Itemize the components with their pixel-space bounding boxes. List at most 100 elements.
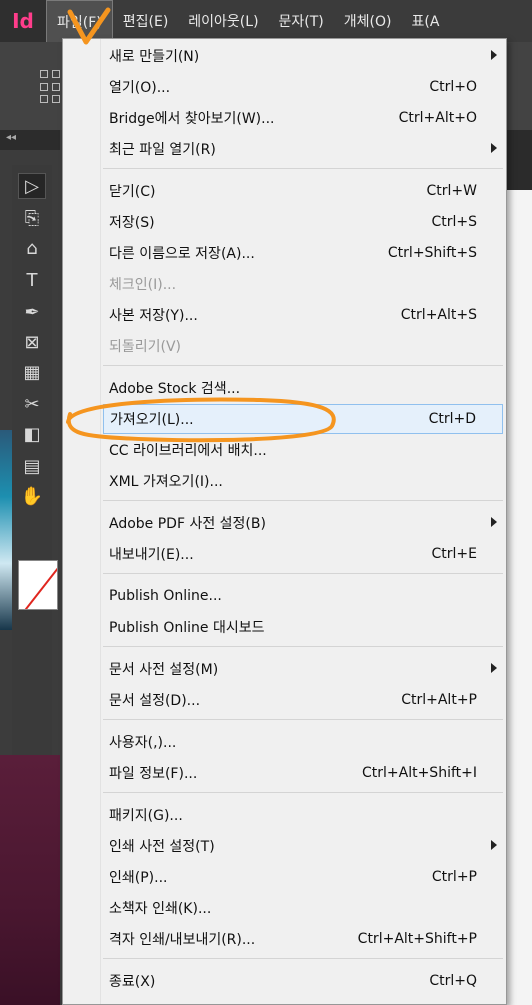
menu-item-label: 최근 파일 열기(R) [109, 142, 216, 158]
menu-item-label: 닫기(C) [109, 184, 156, 200]
menu-item-label: 문서 설정(D)... [109, 693, 201, 709]
menu-separator [103, 500, 503, 501]
menu-item-label: 종료(X) [109, 974, 156, 990]
scissors-tool-icon[interactable]: ✂ [18, 391, 46, 417]
note-tool-icon[interactable]: ▤ [18, 453, 46, 479]
rectangle-frame-tool-icon[interactable]: ⊠ [18, 329, 46, 355]
menu-item-label: 사용자(,)... [109, 735, 177, 751]
menu-separator [103, 573, 503, 574]
menu-item[interactable]: 저장(S) Ctrl+S [103, 207, 503, 237]
menu-item-shortcut: Ctrl+Alt+O [398, 110, 477, 126]
menu-item-label: 체크인(I)... [109, 277, 177, 293]
menu-item[interactable]: 종료(X) Ctrl+Q [103, 966, 503, 996]
menu-item-shortcut: Ctrl+E [431, 546, 478, 562]
artwork-background [0, 755, 60, 1005]
menu-item-label: XML 가져오기(I)... [109, 474, 223, 490]
submenu-arrow-icon [491, 663, 497, 673]
menu-item-label: 새로 만들기(N) [109, 49, 200, 65]
artwork-edge [0, 430, 12, 630]
type-tool-icon[interactable]: T [18, 267, 46, 293]
menu-item[interactable]: 내보내기(E)... Ctrl+E [103, 539, 503, 569]
menu-item[interactable]: Publish Online 대시보드 [103, 612, 503, 642]
tools-panel: ▷ ⎘ ⌂ T ✒ ⊠ ▦ ✂ ◧ ▤ ✋ [12, 165, 52, 755]
menu-item[interactable]: 사용자(,)... [103, 727, 503, 757]
menu-item-label: Publish Online... [109, 588, 222, 604]
direct-selection-tool-icon[interactable]: ⎘ [18, 205, 46, 231]
menu-item[interactable]: 되돌리기(V) [103, 331, 503, 361]
menu-item-label: Adobe PDF 사전 설정(B) [109, 516, 266, 532]
menu-item-shortcut: Ctrl+Alt+S [400, 307, 477, 323]
menu-separator [103, 792, 503, 793]
menu-item-label: Bridge에서 찾아보기(W)... [109, 111, 275, 127]
menu-item[interactable]: 문서 설정(D)... Ctrl+Alt+P [103, 685, 503, 715]
hand-tool-icon[interactable]: ✋ [18, 483, 46, 509]
check-mark-annotation [67, 7, 111, 45]
menu-item-label: 격자 인쇄/내보내기(R)... [109, 932, 256, 948]
fill-none-swatch[interactable] [18, 560, 58, 610]
menu-item-label: 열기(O)... [109, 80, 171, 96]
menu-item[interactable]: 문서 사전 설정(M) [103, 654, 503, 684]
menu-item-label: 인쇄(P)... [109, 870, 168, 886]
menu-item[interactable]: 새로 만들기(N) [103, 41, 503, 71]
menu-object[interactable]: 개체(O) [334, 0, 402, 42]
pen-tool-icon[interactable]: ✒ [18, 299, 46, 325]
menu-icon-gutter [63, 39, 101, 1004]
menu-separator [103, 646, 503, 647]
menu-item[interactable]: 열기(O)... Ctrl+O [103, 72, 503, 102]
menu-item-shortcut: Ctrl+Alt+P [401, 692, 477, 708]
menu-item[interactable]: 패키지(G)... [103, 800, 503, 830]
menu-item[interactable]: 소책자 인쇄(K)... [103, 893, 503, 923]
menu-separator [103, 365, 503, 366]
menu-item-label: Adobe Stock 검색... [109, 381, 241, 397]
menu-item-label: Publish Online 대시보드 [109, 620, 265, 636]
table-tool-icon[interactable]: ▦ [18, 359, 46, 385]
menu-item-label: 인쇄 사전 설정(T) [109, 839, 215, 855]
file-menu-dropdown: 새로 만들기(N) 열기(O)... Ctrl+O Bridge에서 찾아보기(W).… [62, 38, 507, 1005]
menu-table[interactable]: 표(A [402, 0, 450, 42]
panel-collapse-button[interactable]: ◂◂ [0, 130, 60, 150]
menu-item[interactable]: 격자 인쇄/내보내기(R)... Ctrl+Alt+Shift+P [103, 924, 503, 954]
menu-item-shortcut: Ctrl+S [431, 214, 477, 230]
menu-item[interactable]: 인쇄(P)... Ctrl+P [103, 862, 503, 892]
menu-item-label: 저장(S) [109, 215, 155, 231]
menu-item-label: 사본 저장(Y)... [109, 308, 198, 324]
menu-item[interactable]: 인쇄 사전 설정(T) [103, 831, 503, 861]
app-logo: Id [0, 0, 46, 42]
menu-item[interactable]: Bridge에서 찾아보기(W)... Ctrl+Alt+O [103, 103, 503, 133]
menu-item[interactable]: 닫기(C) Ctrl+W [103, 176, 503, 206]
menu-item-label: 소책자 인쇄(K)... [109, 901, 212, 917]
submenu-arrow-icon [491, 50, 497, 60]
menu-type[interactable]: 문자(T) [269, 0, 334, 42]
menu-item-label: 파일 정보(F)... [109, 766, 198, 782]
menu-item-shortcut: Ctrl+P [431, 869, 477, 885]
menu-item-label: 되돌리기(V) [109, 339, 182, 355]
menu-item[interactable]: 체크인(I)... [103, 269, 503, 299]
menu-item-shortcut: Ctrl+Alt+Shift+P [357, 931, 477, 947]
menu-item[interactable]: Publish Online... [103, 581, 503, 611]
menu-item-shortcut: Ctrl+Q [429, 973, 477, 989]
menu-edit[interactable]: 편집(E) [113, 0, 179, 42]
menu-item-shortcut: Ctrl+Shift+S [387, 245, 477, 261]
submenu-arrow-icon [491, 840, 497, 850]
menu-item[interactable]: XML 가져오기(I)... [103, 466, 503, 496]
menu-item-shortcut: Ctrl+Alt+Shift+I [361, 765, 477, 781]
menu-item[interactable]: 사본 저장(Y)... Ctrl+Alt+S [103, 300, 503, 330]
page-tool-icon[interactable]: ⌂ [18, 235, 46, 261]
submenu-arrow-icon [491, 517, 497, 527]
selection-tool-icon[interactable]: ▷ [18, 173, 46, 199]
menu-item[interactable]: 다른 이름으로 저장(A)... Ctrl+Shift+S [103, 238, 503, 268]
menu-separator [103, 958, 503, 959]
menu-layout[interactable]: 레이아웃(L) [178, 0, 268, 42]
menu-item[interactable]: 최근 파일 열기(R) [103, 134, 503, 164]
document-page [505, 190, 532, 1005]
menu-item-shortcut: Ctrl+W [426, 183, 477, 199]
menu-item-label: 내보내기(E)... [109, 547, 194, 563]
menu-item[interactable]: Adobe PDF 사전 설정(B) [103, 508, 503, 538]
gradient-tool-icon[interactable]: ◧ [18, 421, 46, 447]
circle-annotation [66, 397, 336, 443]
reference-point-icon[interactable] [40, 70, 62, 104]
menu-separator [103, 719, 503, 720]
menu-item[interactable]: 파일 정보(F)... Ctrl+Alt+Shift+I [103, 758, 503, 788]
menu-item-shortcut: Ctrl+D [428, 411, 476, 427]
menu-separator [103, 168, 503, 169]
